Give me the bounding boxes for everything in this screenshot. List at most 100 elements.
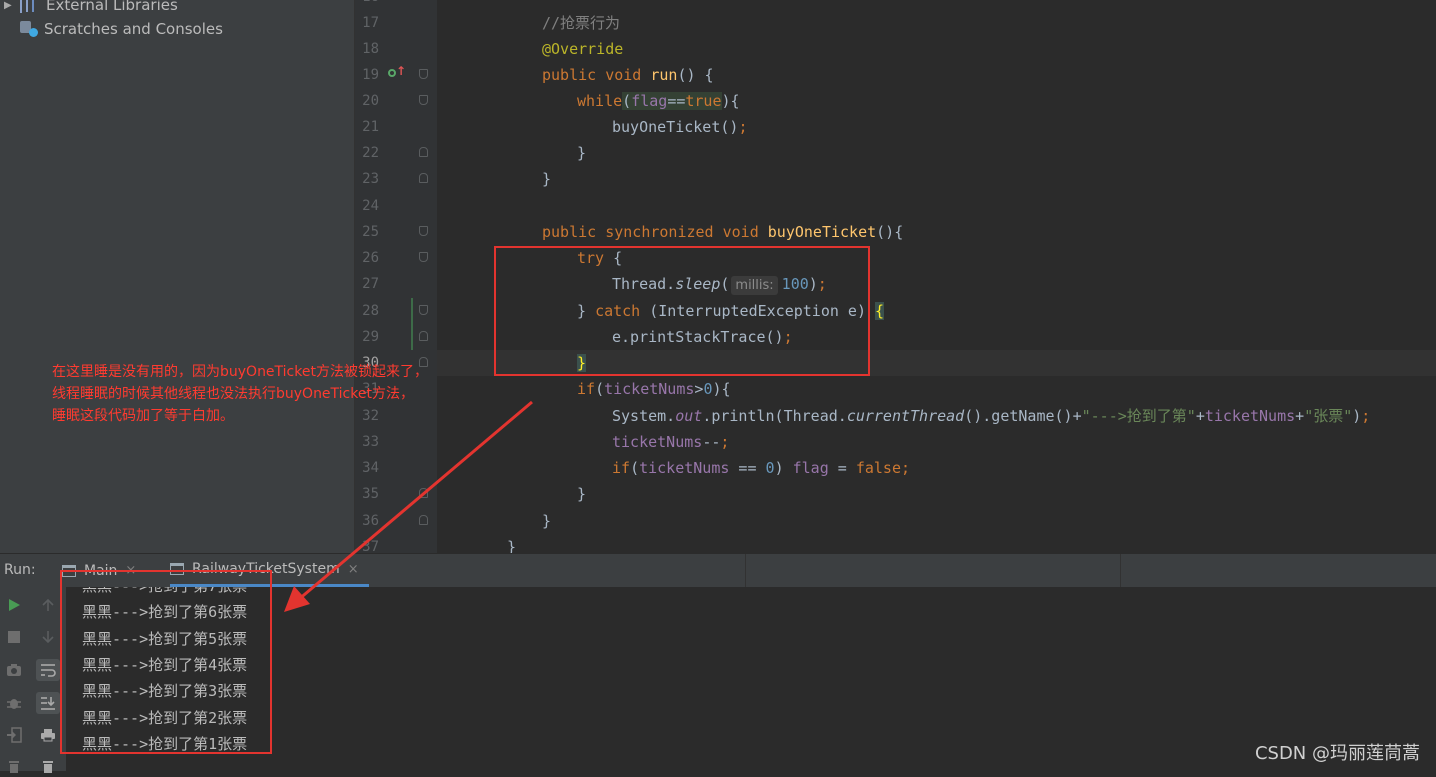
code-line-35[interactable]: } (437, 481, 1436, 507)
class-name: System. (612, 407, 676, 425)
gutter-line[interactable]: 21 (355, 114, 437, 140)
tree-item-scratches[interactable]: Scratches and Consoles (4, 18, 223, 40)
annotation-line: 线程睡眠的时候其他线程也没法执行buyOneTicket方法， (52, 386, 414, 402)
method-call: buyOneTicket (612, 118, 721, 136)
arrow-up-icon (42, 598, 54, 611)
fold-icon[interactable] (419, 252, 428, 262)
print-button[interactable] (36, 724, 60, 746)
dump-threads-button[interactable] (2, 659, 26, 681)
code-line-17[interactable]: //抢票行为 (437, 10, 1436, 36)
code-line-21[interactable]: buyOneTicket(); (437, 114, 1436, 140)
fold-icon[interactable] (419, 515, 428, 525)
gutter-line[interactable]: 16 (355, 0, 437, 10)
stop-button[interactable] (2, 626, 26, 648)
gutter-line[interactable]: 23 (355, 166, 437, 192)
bug-icon (7, 699, 21, 709)
fold-icon[interactable] (419, 331, 428, 341)
code-line-36[interactable]: } (437, 508, 1436, 534)
code-line-32[interactable]: System.out.println(Thread.currentThread(… (437, 403, 1436, 429)
line-number: 28 (362, 303, 379, 319)
scroll-up-button[interactable] (36, 594, 60, 616)
code-line-18[interactable]: @Override (437, 36, 1436, 62)
fold-icon[interactable] (419, 147, 428, 157)
fold-icon[interactable] (419, 488, 428, 498)
code-text: (){ (876, 223, 904, 241)
gutter-line[interactable]: 34 (355, 455, 437, 481)
method-name: run (650, 66, 678, 84)
code-line-34[interactable]: if(ticketNums == 0) flag = false; (437, 455, 1436, 481)
gutter-line[interactable]: 27 (355, 271, 437, 297)
line-number: 24 (362, 198, 379, 214)
line-number: 37 (362, 539, 379, 553)
operator: + (1195, 407, 1205, 425)
gutter-line[interactable]: 28 (355, 298, 437, 324)
pin-button[interactable] (2, 755, 26, 777)
fold-icon[interactable] (419, 95, 428, 105)
line-number: 33 (362, 434, 379, 450)
annotation-note: 在这里睡是没有用的，因为buyOneTicket方法被锁起来了， 线程睡眠的时候… (52, 361, 522, 427)
field-name: ticketNums (604, 380, 695, 398)
implements-method-icon[interactable] (388, 69, 396, 77)
code-text: .println(Thread. (702, 407, 847, 425)
code-line-25[interactable]: public synchronized void buyOneTicket(){ (437, 219, 1436, 245)
line-number: 36 (362, 513, 379, 529)
fold-icon[interactable] (419, 305, 428, 315)
semicolon: ; (1361, 407, 1371, 425)
code-text: ) (774, 459, 793, 477)
gutter-line[interactable]: 36 (355, 508, 437, 534)
rerun-button[interactable] (2, 594, 26, 616)
expand-arrow-icon[interactable]: ▶ (4, 0, 20, 11)
keyword: public (542, 223, 597, 241)
code-text: } (577, 485, 587, 503)
close-icon[interactable]: × (348, 562, 359, 577)
method-call: currentThread (846, 407, 965, 425)
restore-layout-button[interactable] (2, 724, 26, 746)
line-number: 22 (362, 145, 379, 161)
play-icon (9, 599, 20, 611)
code-line-31[interactable]: if(ticketNums>0){ (437, 376, 1436, 402)
code-line-22[interactable]: } (437, 140, 1436, 166)
soft-wrap-button[interactable] (36, 659, 60, 681)
tree-item-label: External Libraries (46, 0, 178, 14)
gutter-line[interactable]: 17 (355, 10, 437, 36)
scroll-to-end-button[interactable] (36, 692, 60, 714)
keyword: while (577, 92, 623, 110)
gutter-line[interactable]: 18 (355, 36, 437, 62)
number-literal: 0 (765, 459, 775, 477)
line-number: 23 (362, 171, 379, 187)
method-name: buyOneTicket (767, 223, 877, 241)
gutter-line[interactable]: 24 (355, 193, 437, 219)
clear-all-button[interactable] (36, 755, 60, 777)
line-number: 17 (362, 15, 379, 31)
gutter-line[interactable]: 19 ↑ (355, 62, 437, 88)
fold-icon[interactable] (419, 69, 428, 79)
code-line-23[interactable]: } (437, 166, 1436, 192)
arrow-down-icon (42, 631, 54, 644)
gutter-line[interactable]: 35 (355, 481, 437, 507)
gutter-line[interactable]: 26 (355, 245, 437, 271)
code-text: } (577, 144, 587, 162)
fold-icon[interactable] (419, 226, 428, 236)
editor-gutter: 16171819↑2021222324252627282930313233343… (355, 0, 437, 553)
matched-brace: { (875, 302, 885, 320)
fold-icon[interactable] (419, 173, 428, 183)
printer-icon (41, 729, 55, 742)
debug-button[interactable] (2, 692, 26, 714)
gutter-line[interactable]: 25 (355, 219, 437, 245)
run-label: Run: (4, 562, 36, 578)
code-line-37[interactable]: } (437, 534, 1436, 553)
keyword: synchronized (605, 223, 714, 241)
tree-item-external-libraries[interactable]: ▶ External Libraries (4, 0, 178, 16)
code-text: () { (677, 66, 714, 84)
gutter-line[interactable]: 37 (355, 534, 437, 553)
code-text: ){ (712, 380, 731, 398)
code-line-19[interactable]: public void run() { (437, 62, 1436, 88)
gutter-line[interactable]: 29 (355, 324, 437, 350)
gutter-line[interactable]: 20 (355, 88, 437, 114)
scroll-down-button[interactable] (36, 626, 60, 648)
gutter-line[interactable]: 33 (355, 429, 437, 455)
code-text: () (720, 118, 739, 136)
code-line-20[interactable]: while(flag==true){ (437, 88, 1436, 114)
code-line-33[interactable]: ticketNums--; (437, 429, 1436, 455)
gutter-line[interactable]: 22 (355, 140, 437, 166)
